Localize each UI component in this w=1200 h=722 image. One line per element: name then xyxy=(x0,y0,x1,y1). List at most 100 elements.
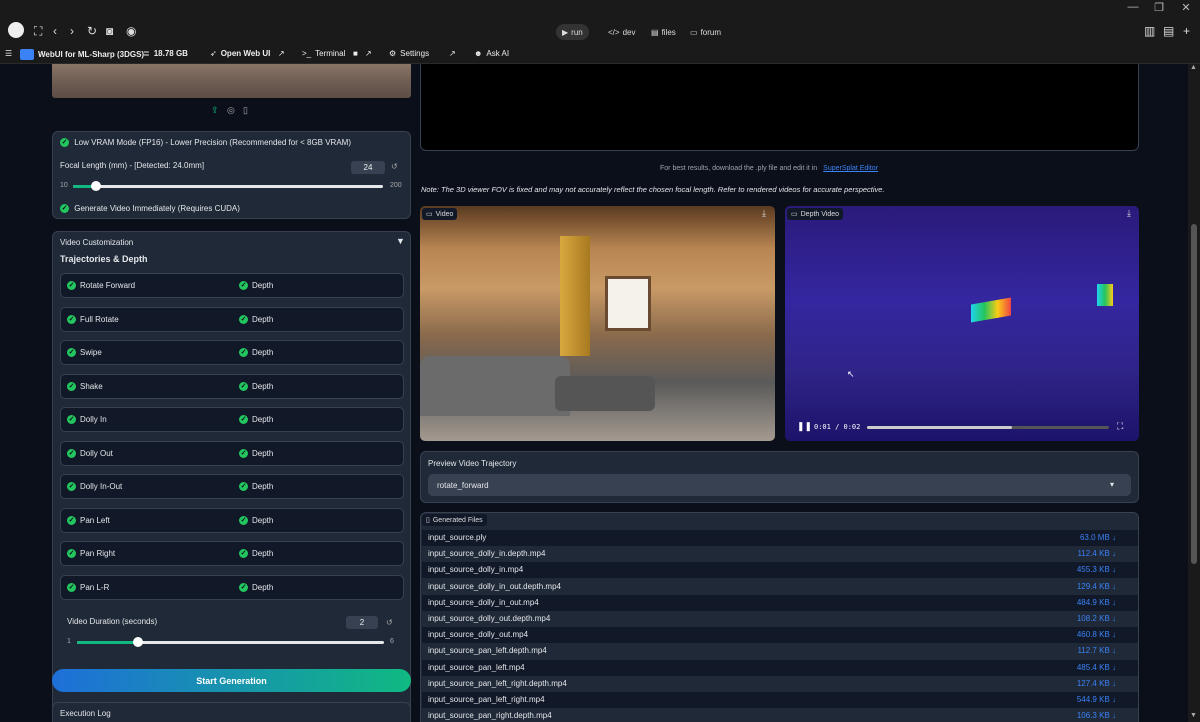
forward-icon[interactable]: › xyxy=(70,24,74,38)
minimize-button[interactable]: — xyxy=(1126,1,1140,13)
file-download-link[interactable]: 112.4 KB ↓ xyxy=(1077,549,1116,558)
file-row[interactable]: input_source_dolly_in_out.depth.mp4 129.4… xyxy=(422,578,1138,595)
file-download-link[interactable]: 544.9 KB ↓ xyxy=(1077,695,1116,704)
file-row[interactable]: input_source_pan_right.depth.mp4 106.3 KB… xyxy=(422,708,1138,722)
file-download-link[interactable]: 108.2 KB ↓ xyxy=(1077,614,1116,623)
upload-icon[interactable]: ⇪ xyxy=(211,105,219,116)
tab-forum[interactable]: ▭ forum xyxy=(684,24,727,40)
menu-icon[interactable]: ☰ xyxy=(5,49,12,58)
mouse-cursor-icon: ↖ xyxy=(847,369,855,379)
terminal-link[interactable]: >_ Terminal xyxy=(302,49,345,58)
depth-checkbox[interactable]: ✓ Depth xyxy=(239,381,273,391)
camera-icon[interactable]: ◙ xyxy=(106,24,113,38)
file-row[interactable]: input_source_dolly_in_out.mp4 484.9 KB ↓ xyxy=(422,594,1138,611)
file-row[interactable]: input_source_pan_left_right.depth.mp4 127… xyxy=(422,675,1138,692)
depth-checkbox[interactable]: ✓ Depth xyxy=(239,448,273,458)
download-icon[interactable]: ⤓ xyxy=(762,208,766,219)
app-title[interactable]: WebUI for ML-Sharp (3DGS) xyxy=(20,49,144,60)
3d-viewer[interactable] xyxy=(420,64,1139,151)
video-player[interactable] xyxy=(420,206,775,441)
file-row[interactable]: input_source_dolly_in.depth.mp4 112.4 KB … xyxy=(422,546,1138,563)
add-icon[interactable]: + xyxy=(1183,24,1190,38)
fullscreen-icon[interactable]: ⛶ xyxy=(34,24,42,39)
layout-icon[interactable]: ▥ xyxy=(1144,24,1155,38)
scroll-up-icon[interactable]: ▲ xyxy=(1190,64,1197,71)
file-row[interactable]: input_source_dolly_in.mp4 455.3 KB ↓ xyxy=(422,562,1138,579)
video-customization-header[interactable]: Video Customization xyxy=(60,238,133,247)
restore-button[interactable]: ❐ xyxy=(1152,1,1166,14)
external-link-icon[interactable]: ↗ xyxy=(365,49,372,58)
trajectory-checkbox[interactable]: ✓ Dolly In-Out xyxy=(67,482,122,491)
external-link-icon[interactable]: ↗ xyxy=(278,49,285,58)
reset-icon[interactable]: ↺ xyxy=(391,162,398,171)
settings-link[interactable]: ⚙ Settings xyxy=(389,49,429,58)
reset-icon[interactable]: ↺ xyxy=(386,618,393,627)
depth-checkbox[interactable]: ✓ Depth xyxy=(239,515,273,525)
fullscreen-icon[interactable]: ⛶ xyxy=(1117,421,1123,432)
file-row[interactable]: input_source.ply 63.0 MB ↓ xyxy=(422,530,1138,546)
file-row[interactable]: input_source_pan_left_right.mp4 544.9 KB … xyxy=(422,692,1138,708)
depth-checkbox[interactable]: ✓ Depth xyxy=(239,314,273,324)
open-web-ui-link[interactable]: ➶ Open Web UI xyxy=(210,49,270,58)
scroll-down-icon[interactable]: ▼ xyxy=(1190,712,1197,719)
trajectory-checkbox[interactable]: ✓ Pan Left xyxy=(67,515,110,525)
file-download-link[interactable]: 106.3 KB ↓ xyxy=(1077,711,1116,720)
tab-dev[interactable]: </> dev xyxy=(602,24,641,40)
close-window-button[interactable]: ✕ xyxy=(1179,1,1193,14)
back-icon[interactable]: ‹ xyxy=(53,24,57,38)
eye-icon[interactable]: ◉ xyxy=(126,24,136,38)
trajectory-checkbox[interactable]: ✓ Pan Right xyxy=(67,549,115,558)
trajectory-checkbox[interactable]: ✓ Dolly Out xyxy=(67,448,113,458)
file-download-link[interactable]: 484.9 KB ↓ xyxy=(1077,598,1116,607)
trajectory-checkbox[interactable]: ✓ Pan L-R xyxy=(67,582,109,592)
depth-checkbox[interactable]: ✓ Depth xyxy=(239,582,273,592)
external-link-icon[interactable]: ↗ xyxy=(449,49,456,58)
depth-checkbox[interactable]: ✓ Depth xyxy=(239,281,273,290)
file-download-link[interactable]: 129.4 KB ↓ xyxy=(1077,582,1116,591)
scrollbar-thumb[interactable] xyxy=(1191,224,1197,564)
depth-checkbox[interactable]: ✓ Depth xyxy=(239,482,273,491)
sidebar-icon[interactable]: ▤ xyxy=(1163,24,1174,38)
trajectory-checkbox[interactable]: ✓ Shake xyxy=(67,381,103,391)
pause-icon[interactable]: ❚❚ xyxy=(797,421,812,432)
file-row[interactable]: input_source_dolly_out.depth.mp4 108.2 KB… xyxy=(422,611,1138,627)
trajectory-checkbox[interactable]: ✓ Rotate Forward xyxy=(67,281,135,290)
file-row[interactable]: input_source_pan_left.mp4 485.4 KB ↓ xyxy=(422,659,1138,676)
ask-ai-link[interactable]: ☻ Ask AI xyxy=(474,49,509,58)
focal-length-slider-handle[interactable] xyxy=(90,181,101,191)
file-download-link[interactable]: 127.4 KB ↓ xyxy=(1077,679,1116,688)
trajectory-checkbox[interactable]: ✓ Dolly In xyxy=(67,415,107,424)
file-download-link[interactable]: 63.0 MB ↓ xyxy=(1080,533,1116,542)
preview-trajectory-select[interactable]: rotate_forward ▾ xyxy=(428,474,1131,496)
supersplat-editor-link[interactable]: SuperSplat Editor xyxy=(823,165,878,172)
page-scrollbar[interactable]: ▲ ▼ xyxy=(1188,64,1200,722)
trajectory-checkbox[interactable]: ✓ Full Rotate xyxy=(67,314,119,324)
download-icon[interactable]: ⤓ xyxy=(1127,208,1131,219)
depth-checkbox[interactable]: ✓ Depth xyxy=(239,415,273,424)
depth-video-player[interactable] xyxy=(785,206,1139,441)
file-row[interactable]: input_source_dolly_out.mp4 460.8 KB ↓ xyxy=(422,627,1138,644)
file-download-link[interactable]: 485.4 KB ↓ xyxy=(1077,663,1116,672)
focal-length-input[interactable]: 24 xyxy=(351,161,385,174)
stop-icon[interactable]: ■ xyxy=(353,49,358,58)
file-download-link[interactable]: 460.8 KB ↓ xyxy=(1077,630,1116,639)
webcam-icon[interactable]: ◎ xyxy=(227,105,235,116)
low-vram-checkbox[interactable]: ✓ Low VRAM Mode (FP16) - Lower Precision… xyxy=(60,138,351,148)
start-generation-button[interactable]: Start Generation xyxy=(52,669,411,692)
trajectory-checkbox[interactable]: ✓ Swipe xyxy=(67,348,102,357)
tab-files[interactable]: ▤ files xyxy=(645,24,682,40)
clipboard-icon[interactable]: ▯ xyxy=(243,105,248,116)
execution-log-header[interactable]: Execution Log xyxy=(60,709,111,718)
file-row[interactable]: input_source_pan_left.depth.mp4 112.7 KB … xyxy=(422,643,1138,660)
tab-run[interactable]: ▶ run xyxy=(556,24,589,40)
reload-icon[interactable]: ↻ xyxy=(87,24,97,38)
generate-video-checkbox[interactable]: ✓ Generate Video Immediately (Requires C… xyxy=(60,204,240,214)
focal-length-slider[interactable] xyxy=(73,185,383,188)
app-logo-icon[interactable] xyxy=(8,22,24,38)
depth-checkbox[interactable]: ✓ Depth xyxy=(239,348,273,357)
file-download-link[interactable]: 112.7 KB ↓ xyxy=(1077,646,1116,655)
video-duration-input[interactable]: 2 xyxy=(346,616,378,629)
depth-checkbox[interactable]: ✓ Depth xyxy=(239,549,273,558)
file-download-link[interactable]: 455.3 KB ↓ xyxy=(1077,565,1116,574)
collapse-icon[interactable]: ▼ xyxy=(396,236,405,246)
